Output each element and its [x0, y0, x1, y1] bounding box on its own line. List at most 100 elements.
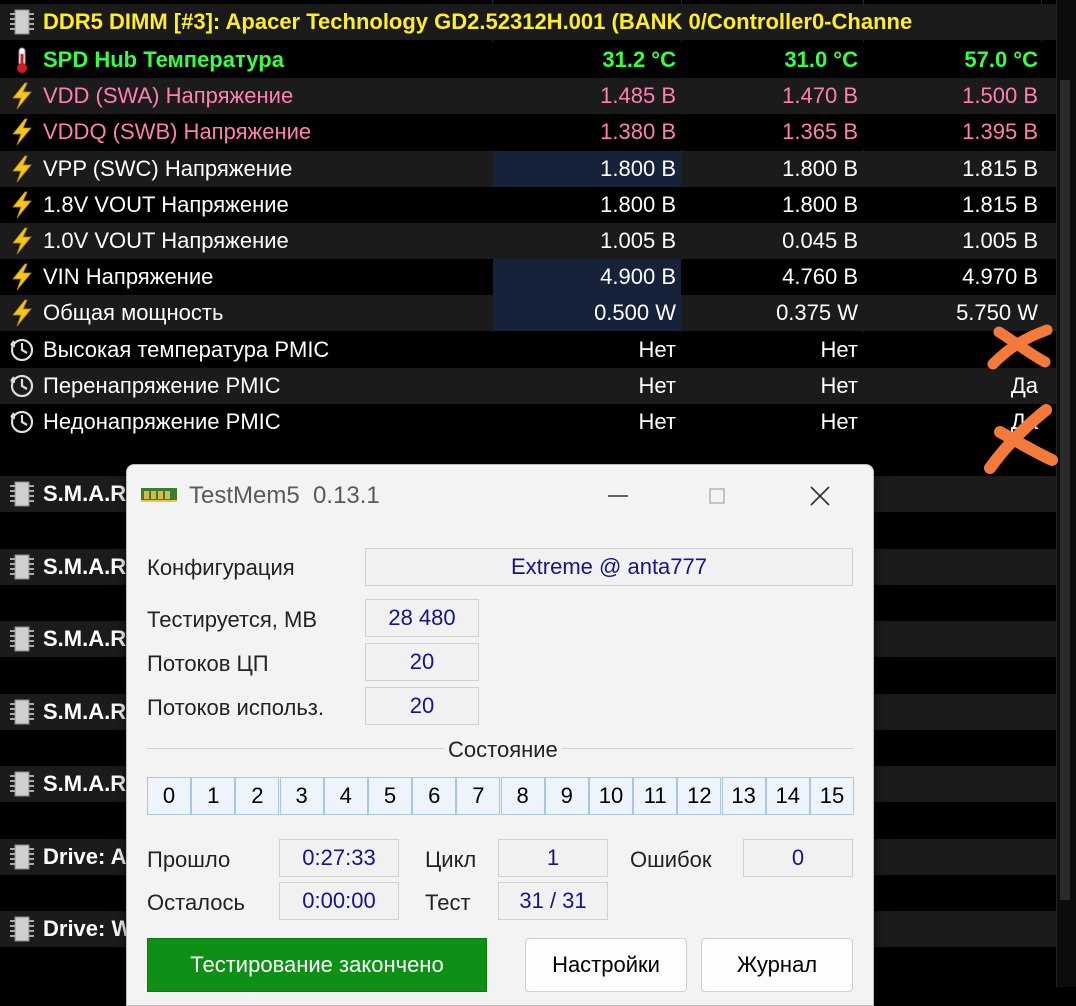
bolt-icon — [12, 191, 32, 219]
sensor-group-header[interactable]: DDR5 DIMM [#3]: Apacer Technology GD2.52… — [0, 4, 1056, 40]
config-field: Extreme @ anta777 — [365, 548, 853, 586]
close-icon[interactable] — [795, 479, 845, 513]
elapsed-label: Прошло — [147, 847, 231, 872]
bolt-icon — [12, 263, 32, 291]
cpu-threads-field: 20 — [365, 643, 479, 681]
memory-chip-icon — [10, 626, 34, 652]
test-field: 31 / 31 — [498, 882, 608, 920]
sensor-label: 1.0V VOUT Напряжение — [43, 228, 289, 253]
thread-status-cell: 15 — [810, 777, 854, 815]
clock-icon — [10, 374, 34, 397]
sensor-min-value: 0.045 В — [782, 228, 858, 253]
errors-label: Ошибок — [630, 847, 712, 872]
sensor-label: VDD (SWA) Напряжение — [43, 83, 294, 109]
cross-mark-icon — [984, 404, 1058, 474]
used-threads-field: 20 — [365, 687, 479, 725]
sensor-label: VPP (SWC) Напряжение — [43, 155, 293, 181]
scrollbar-thumb[interactable] — [1060, 80, 1070, 900]
sensor-max-value: 1.500 В — [962, 83, 1038, 109]
memory-chip-icon — [10, 771, 34, 797]
sensor-group-label: S.M.A.R — [43, 698, 127, 724]
thread-status-cell: 13 — [721, 777, 766, 815]
cycle-label: Цикл — [425, 847, 477, 872]
sensor-min-value: Нет — [820, 336, 858, 362]
minimize-icon[interactable] — [593, 479, 643, 513]
sensor-min-value: 31.0 °C — [784, 47, 858, 72]
sensor-current-value: 1.485 В — [600, 83, 676, 109]
sensor-label: SPD Hub Температура — [43, 47, 284, 72]
sensor-max-value: 4.970 В — [962, 264, 1038, 290]
sensor-group-label: S.M.A.R — [43, 626, 127, 651]
sensor-row[interactable]: Высокая температура PMIC Нет Нет — [0, 331, 1056, 368]
thread-status-cell: 7 — [456, 777, 501, 815]
sensor-label: Недонапряжение PMIC — [43, 409, 281, 434]
memory-chip-icon — [10, 844, 34, 869]
sensor-label: Общая мощность — [43, 300, 224, 326]
thread-status-cell: 6 — [412, 777, 457, 815]
memory-chip-icon — [10, 699, 34, 724]
sensor-current-value: 1.005 В — [600, 228, 676, 253]
thread-status-cell: 2 — [235, 777, 280, 815]
sensor-max-value: 57.0 °C — [964, 47, 1038, 72]
sensor-max-value: 1.815 В — [962, 155, 1038, 181]
used-threads-label: Потоков использ. — [147, 695, 324, 720]
status-button[interactable]: Тестирование закончено — [147, 938, 487, 992]
sensor-row[interactable]: VPP (SWC) Напряжение 1.800 В 1.800 В 1.815 … — [0, 150, 1056, 187]
sensor-row[interactable]: Перенапряжение PMIC Нет Нет Да — [0, 367, 1056, 404]
sensor-min-value: 1.800 В — [782, 191, 858, 217]
sensor-header-title: DDR5 DIMM [#3]: Apacer Technology GD2.52… — [43, 9, 913, 34]
bolt-icon — [12, 82, 32, 110]
log-button[interactable]: Журнал — [701, 938, 853, 992]
sensor-group-label: S.M.A.R — [43, 481, 127, 506]
title-bar[interactable]: TestMem5 0.13.1 — [127, 465, 873, 527]
testmem5-window[interactable]: TestMem5 0.13.1 Конфигурация Extreme @ a… — [126, 464, 874, 1006]
settings-button[interactable]: Настройки — [525, 938, 687, 992]
bolt-icon — [12, 299, 32, 327]
sensor-row[interactable]: Недонапряжение PMIC Нет Нет Да — [0, 404, 1056, 440]
memory-module-icon — [141, 488, 177, 502]
sensor-current-value: 1.800 В — [600, 155, 676, 181]
state-label: Состояние — [444, 737, 562, 763]
errors-field: 0 — [743, 839, 853, 877]
sensor-row[interactable]: 1.8V VOUT Напряжение 1.800 В 1.800 В 1.815 … — [0, 186, 1056, 223]
sensor-row[interactable]: Общая мощность 0.500 W 0.375 W 5.750 W — [0, 295, 1056, 332]
thread-status-cell: 10 — [589, 777, 633, 815]
memory-chip-icon — [10, 481, 34, 507]
clock-icon — [10, 338, 34, 361]
sensor-min-value: 1.800 В — [782, 155, 858, 181]
sensor-row[interactable]: SPD Hub Температура 31.2 °C 31.0 °C 57.0 °C — [0, 42, 1056, 78]
sensor-max-value: 1.395 В — [962, 119, 1038, 145]
sensor-row[interactable]: VIN Напряжение 4.900 В 4.760 В 4.970 В — [0, 259, 1056, 296]
cross-mark-icon — [987, 324, 1053, 370]
sensor-group-label: S.M.A.R — [43, 771, 127, 796]
sensor-current-value: Нет — [638, 409, 676, 434]
maximize-icon[interactable] — [692, 479, 742, 513]
sensor-min-value: Нет — [820, 372, 858, 398]
sensor-current-value: 1.800 В — [600, 191, 676, 217]
thread-status-cell: 12 — [677, 777, 722, 815]
thread-status-cell: 3 — [279, 777, 324, 815]
sensor-label: Высокая температура PMIC — [43, 336, 330, 362]
sensor-min-value: Нет — [820, 409, 858, 434]
sensor-min-value: 4.760 В — [782, 264, 858, 290]
sensor-min-value: 1.365 В — [782, 119, 858, 145]
sensor-row[interactable]: 1.0V VOUT Напряжение 1.005 В 0.045 В 1.005 … — [0, 223, 1056, 259]
sensor-row[interactable]: VDDQ (SWB) Напряжение 1.380 В 1.365 В 1.395… — [0, 114, 1056, 151]
sensor-min-value: 0.375 W — [776, 300, 858, 326]
window-title: TestMem5 0.13.1 — [189, 482, 380, 509]
remaining-label: Осталось — [147, 890, 245, 915]
memory-chip-icon — [10, 554, 34, 579]
thread-status-cell: 1 — [191, 777, 236, 815]
thread-status-cell: 4 — [323, 777, 368, 815]
sensor-label: VDDQ (SWB) Напряжение — [43, 119, 312, 145]
sensor-current-value: 0.500 W — [594, 300, 676, 326]
memory-chip-icon — [10, 9, 34, 35]
thread-status-cell: 14 — [765, 777, 810, 815]
cycle-field: 1 — [498, 839, 608, 877]
sensor-current-value: Нет — [638, 336, 676, 362]
thread-status-cell: 9 — [544, 777, 589, 815]
memory-chip-icon — [10, 916, 34, 942]
sensor-min-value: 1.470 В — [782, 83, 858, 109]
sensor-row[interactable]: VDD (SWA) Напряжение 1.485 В 1.470 В 1.500 … — [0, 78, 1056, 115]
thread-status-cell: 11 — [633, 777, 678, 815]
